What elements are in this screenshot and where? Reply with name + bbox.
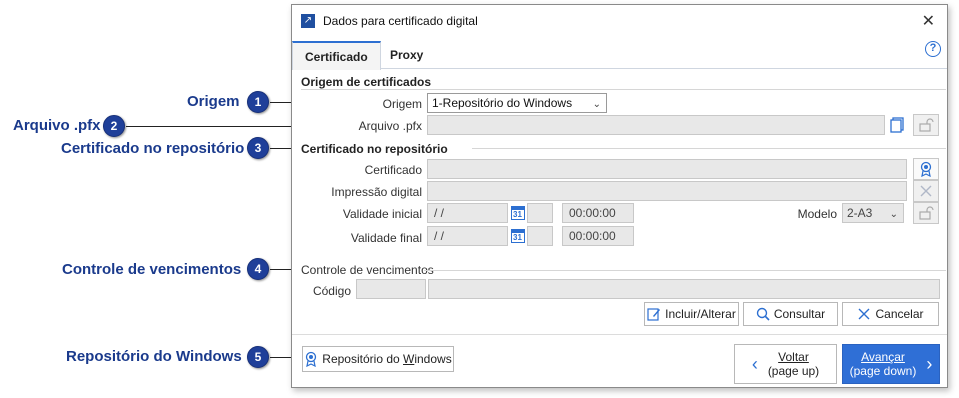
- callout-label-arquivo: Arquivo .pfx: [13, 117, 101, 134]
- unlock-button[interactable]: [913, 114, 939, 136]
- section-origem-title: Origem de certificados: [301, 75, 432, 89]
- origem-label: Origem: [382, 97, 422, 111]
- calendar-icon[interactable]: 31: [511, 229, 525, 243]
- help-icon[interactable]: ?: [925, 41, 941, 57]
- validade-final-extra[interactable]: [527, 226, 553, 246]
- codigo-label: Código: [312, 284, 351, 298]
- cancelar-button[interactable]: Cancelar: [842, 302, 939, 326]
- callout-label-certificado-repo: Certificado no repositório: [61, 140, 245, 157]
- validade-inicial-extra[interactable]: [527, 203, 553, 223]
- certificate-icon: [920, 161, 932, 177]
- chevron-down-icon: ⌄: [592, 99, 601, 110]
- calendar-icon[interactable]: 31: [511, 206, 525, 220]
- consultar-label: Consultar: [773, 307, 826, 321]
- search-icon: [756, 307, 770, 321]
- origem-select[interactable]: 1-Repositório do Windows ⌄: [427, 93, 607, 113]
- avancar-label: Avançar (page down): [849, 350, 917, 378]
- incluir-alterar-label: Incluir/Alterar: [665, 307, 736, 321]
- callout-badge-3: 3: [247, 137, 269, 159]
- modelo-select[interactable]: 2-A3 ⌄: [842, 203, 904, 223]
- validade-final-date[interactable]: / /: [427, 226, 508, 246]
- validade-final-time[interactable]: 00:00:00: [562, 226, 634, 246]
- close-icon: [858, 308, 870, 320]
- arquivo-label: Arquivo .pfx: [358, 119, 422, 133]
- footer-divider: [292, 334, 947, 335]
- section-vencimentos-divider: [424, 270, 946, 271]
- validade-inicial-date[interactable]: / /: [427, 203, 508, 223]
- modelo-label: Modelo: [797, 207, 837, 221]
- clear-certificate-button[interactable]: [913, 180, 939, 202]
- section-vencimentos-title: Controle de vencimentos: [301, 263, 434, 277]
- consultar-button[interactable]: Consultar: [743, 302, 838, 326]
- clear-icon: [920, 185, 932, 197]
- validade-final-label: Validade final: [350, 231, 422, 245]
- copy-file-icon: [890, 117, 904, 133]
- certificate-dialog: ↗ Dados para certificado digital ✕ Certi…: [291, 4, 948, 388]
- tab-bar: Certificado Proxy: [292, 37, 947, 70]
- title-bar: ↗ Dados para certificado digital ✕: [292, 5, 947, 35]
- lock-icon: [919, 206, 934, 220]
- close-icon[interactable]: ✕: [922, 11, 935, 31]
- codigo-description-field[interactable]: [428, 279, 940, 299]
- callout-badge-4: 4: [247, 258, 269, 280]
- callout-label-vencimentos: Controle de vencimentos: [62, 261, 242, 278]
- certificado-field[interactable]: [427, 159, 907, 179]
- validade-inicial-time[interactable]: 00:00:00: [562, 203, 634, 223]
- tab-proxy[interactable]: Proxy: [378, 41, 435, 69]
- chevron-right-icon: ›: [926, 353, 933, 374]
- lock-icon: [919, 118, 934, 132]
- incluir-alterar-button[interactable]: Incluir/Alterar: [644, 302, 739, 326]
- stage: Origem 1 Arquivo .pfx 2 Certificado no r…: [0, 0, 959, 398]
- validade-inicial-label: Validade inicial: [342, 207, 422, 221]
- repositorio-windows-button[interactable]: Repositório do Windows: [302, 346, 454, 372]
- repositorio-windows-label: Repositório do Windows: [322, 352, 452, 366]
- tab-certificado[interactable]: Certificado: [292, 41, 381, 70]
- impressao-digital-field[interactable]: [427, 181, 907, 201]
- modelo-lock-button[interactable]: [913, 202, 939, 224]
- callout-label-repo-windows: Repositório do Windows: [66, 348, 242, 365]
- edit-icon: [647, 308, 661, 321]
- section-repo-title: Certificado no repositório: [301, 142, 448, 156]
- voltar-label: Voltar (page up): [767, 350, 820, 378]
- voltar-button[interactable]: ‹ Voltar (page up): [734, 344, 837, 384]
- callout-badge-5: 5: [247, 346, 269, 368]
- chevron-down-icon: ⌄: [889, 209, 898, 220]
- certificado-label: Certificado: [364, 163, 422, 177]
- app-icon: ↗: [301, 14, 315, 28]
- callout-badge-2: 2: [103, 115, 125, 137]
- select-certificate-button[interactable]: [913, 158, 939, 180]
- chevron-left-icon: ‹: [751, 353, 758, 374]
- certificate-icon: [306, 351, 317, 367]
- avancar-button[interactable]: Avançar (page down) ›: [842, 344, 940, 384]
- callout-badge-1: 1: [247, 91, 269, 113]
- browse-file-button[interactable]: [886, 114, 908, 136]
- arquivo-pfx-field[interactable]: [427, 115, 885, 135]
- origem-select-value: 1-Repositório do Windows: [432, 96, 573, 110]
- callout-label-origem: Origem: [187, 93, 240, 110]
- section-repo-divider: [472, 148, 946, 149]
- section-origem-divider: [301, 89, 946, 90]
- codigo-field[interactable]: [356, 279, 426, 299]
- modelo-select-value: 2-A3: [847, 206, 873, 220]
- impressao-label: Impressão digital: [331, 185, 422, 199]
- cancelar-label: Cancelar: [875, 307, 924, 321]
- dialog-title: Dados para certificado digital: [323, 14, 478, 28]
